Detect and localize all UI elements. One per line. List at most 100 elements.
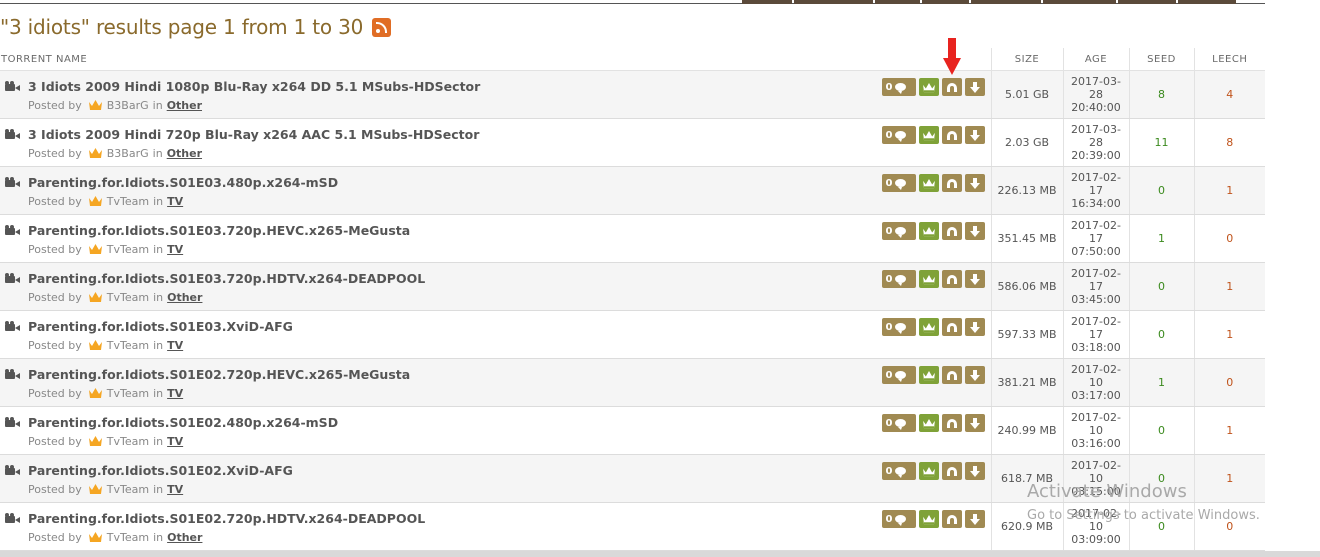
download-torrent-button[interactable] (964, 318, 985, 336)
magnet-link-button[interactable] (941, 510, 962, 528)
torrent-title-link[interactable]: Parenting.for.Idiots.S01E02.720p.HDTV.x2… (28, 511, 425, 526)
uploader-link[interactable]: TvTeam (107, 243, 149, 256)
magnet-link-button[interactable] (941, 78, 962, 96)
torrent-title-link[interactable]: Parenting.for.Idiots.S01E02.480p.x264-mS… (28, 415, 338, 430)
torrent-title-link[interactable]: Parenting.for.Idiots.S01E03.720p.HEVC.x2… (28, 223, 410, 238)
column-header-leech[interactable]: LEECH (1193, 48, 1265, 71)
download-torrent-button[interactable] (964, 222, 985, 240)
download-torrent-button[interactable] (964, 366, 985, 384)
comments-button[interactable]: 0 (881, 318, 916, 336)
crown-icon (922, 318, 935, 337)
nav-tab[interactable] (742, 0, 792, 4)
download-torrent-button[interactable] (964, 414, 985, 432)
uploader-link[interactable]: TvTeam (107, 339, 149, 352)
category-link[interactable]: TV (167, 195, 183, 208)
column-header-name[interactable]: TORRENT NAME (0, 48, 991, 71)
nav-tab[interactable] (794, 0, 873, 4)
uploader-link[interactable]: TvTeam (107, 435, 149, 448)
magnet-link-button[interactable] (941, 414, 962, 432)
category-link[interactable]: Other (167, 291, 202, 304)
category-link[interactable]: TV (167, 483, 183, 496)
verified-uploader-button[interactable] (918, 174, 939, 192)
verified-uploader-button[interactable] (918, 78, 939, 96)
comments-button[interactable]: 0 (881, 174, 916, 192)
download-torrent-button[interactable] (964, 126, 985, 144)
comments-button[interactable]: 0 (881, 78, 916, 96)
magnet-link-button[interactable] (941, 270, 962, 288)
torrent-title-link[interactable]: Parenting.for.Idiots.S01E02.720p.HEVC.x2… (28, 367, 410, 382)
verified-uploader-button[interactable] (918, 318, 939, 337)
category-link[interactable]: TV (167, 435, 183, 448)
download-torrent-button[interactable] (964, 78, 985, 96)
download-torrent-button[interactable] (964, 462, 985, 480)
category-link[interactable]: TV (167, 339, 183, 352)
category-link[interactable]: TV (167, 243, 183, 256)
download-torrent-button[interactable] (964, 174, 985, 192)
verified-uploader-button[interactable] (918, 366, 939, 384)
uploader-link[interactable]: B3BarG (107, 147, 149, 160)
comments-button[interactable]: 0 (881, 510, 916, 528)
magnet-icon (946, 322, 957, 332)
comments-button[interactable]: 0 (881, 462, 916, 480)
magnet-link-button[interactable] (941, 366, 962, 384)
magnet-link-button[interactable] (941, 126, 962, 144)
verified-uploader-button[interactable] (918, 222, 939, 240)
magnet-link-button[interactable] (941, 462, 962, 480)
verified-uploader-button[interactable] (918, 126, 939, 144)
column-header-size[interactable]: SIZE (990, 48, 1063, 71)
comments-button[interactable]: 0 (881, 366, 916, 384)
verified-uploader-button[interactable] (918, 510, 939, 529)
comments-button[interactable]: 0 (881, 414, 916, 432)
torrent-title-link[interactable]: 3 Idiots 2009 Hindi 720p Blu-Ray x264 AA… (28, 127, 479, 142)
nav-tab[interactable] (875, 0, 920, 4)
age-cell: 2017-02- 10 03:17:00 (1062, 358, 1129, 407)
posted-by-line: Posted by TvTeam in Other (28, 291, 202, 304)
column-header-seed[interactable]: SEED (1128, 48, 1194, 71)
nav-tab[interactable] (1118, 0, 1176, 4)
table-row[interactable]: 3 Idiots 2009 Hindi 1080p Blu-Ray x264 D… (0, 70, 1265, 119)
torrent-title-link[interactable]: 3 Idiots 2009 Hindi 1080p Blu-Ray x264 D… (28, 79, 480, 94)
category-link[interactable]: Other (167, 147, 202, 160)
uploader-link[interactable]: TvTeam (107, 483, 149, 496)
torrent-title-link[interactable]: Parenting.for.Idiots.S01E03.XviD-AFG (28, 319, 293, 334)
crown-icon (88, 532, 102, 543)
uploader-link[interactable]: B3BarG (107, 99, 149, 112)
category-link[interactable]: TV (167, 387, 183, 400)
category-link[interactable]: Other (167, 99, 202, 112)
comments-button[interactable]: 0 (881, 222, 916, 240)
comments-button[interactable]: 0 (881, 126, 916, 144)
magnet-link-button[interactable] (941, 318, 962, 336)
nav-tab[interactable] (922, 0, 969, 4)
column-header-age[interactable]: AGE (1062, 48, 1129, 71)
torrent-title-link[interactable]: Parenting.for.Idiots.S01E03.720p.HDTV.x2… (28, 271, 425, 286)
uploader-link[interactable]: TvTeam (107, 195, 149, 208)
magnet-link-button[interactable] (941, 174, 962, 192)
uploader-link[interactable]: TvTeam (107, 291, 149, 304)
table-row[interactable]: Parenting.for.Idiots.S01E03.480p.x264-mS… (0, 166, 1265, 215)
nav-tab[interactable] (1043, 0, 1116, 4)
comments-button[interactable]: 0 (881, 270, 916, 288)
uploader-link[interactable]: TvTeam (107, 531, 149, 544)
table-row[interactable]: 3 Idiots 2009 Hindi 720p Blu-Ray x264 AA… (0, 118, 1265, 167)
nav-tab[interactable] (1178, 0, 1236, 4)
magnet-link-button[interactable] (941, 222, 962, 240)
category-link[interactable]: Other (167, 531, 202, 544)
table-row[interactable]: Parenting.for.Idiots.S01E03.720p.HEVC.x2… (0, 214, 1265, 263)
verified-uploader-button[interactable] (918, 462, 939, 480)
table-row[interactable]: Parenting.for.Idiots.S01E03.XviD-AFG Pos… (0, 310, 1265, 359)
crown-icon (922, 510, 935, 529)
download-torrent-button[interactable] (964, 510, 985, 528)
uploader-link[interactable]: TvTeam (107, 387, 149, 400)
nav-tab[interactable] (971, 0, 1041, 4)
age-time: 03:17:00 (1071, 389, 1121, 402)
rss-icon[interactable] (372, 17, 392, 37)
torrent-title-link[interactable]: Parenting.for.Idiots.S01E02.XviD-AFG (28, 463, 293, 478)
torrent-title-link[interactable]: Parenting.for.Idiots.S01E03.480p.x264-mS… (28, 175, 338, 190)
table-row[interactable]: Parenting.for.Idiots.S01E02.480p.x264-mS… (0, 406, 1265, 455)
download-torrent-button[interactable] (964, 270, 985, 288)
verified-uploader-button[interactable] (918, 414, 939, 432)
table-row[interactable]: Parenting.for.Idiots.S01E02.720p.HEVC.x2… (0, 358, 1265, 407)
table-row[interactable]: Parenting.for.Idiots.S01E03.720p.HDTV.x2… (0, 262, 1265, 311)
posted-by-line: Posted by TvTeam in TV (28, 243, 183, 256)
verified-uploader-button[interactable] (918, 270, 939, 288)
